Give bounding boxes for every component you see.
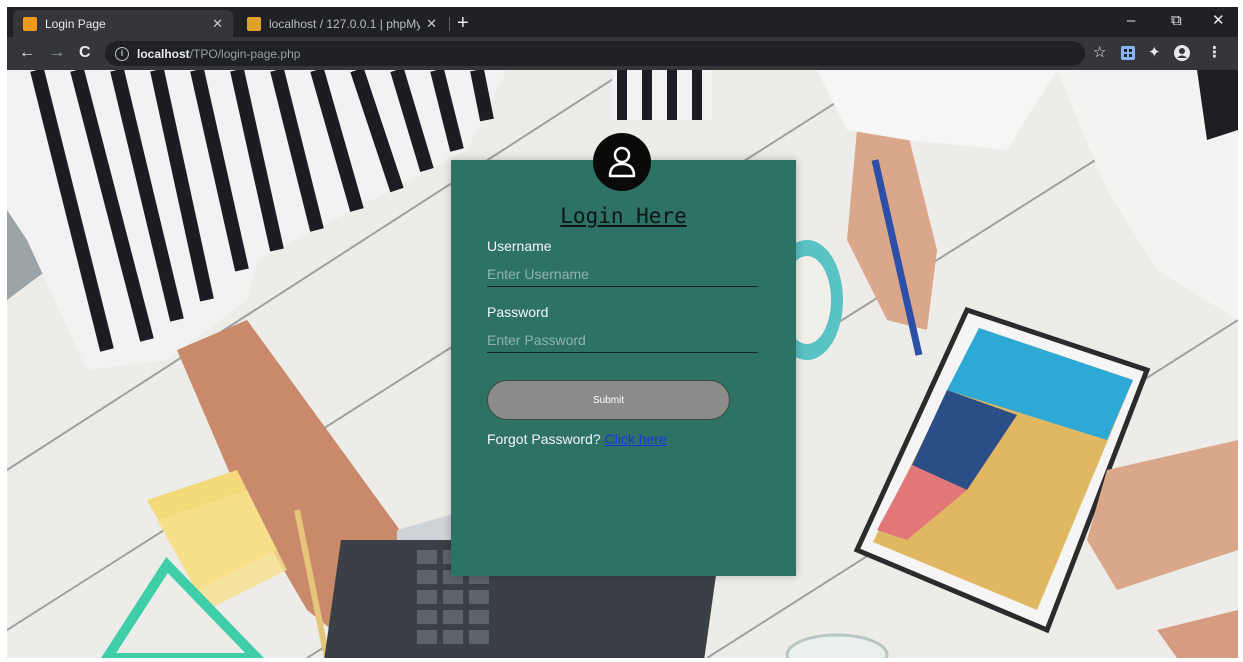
close-window-button[interactable]: ✕ (1212, 11, 1225, 31)
tab-favicon-icon (23, 16, 37, 31)
new-tab-button[interactable]: + (457, 11, 469, 35)
page-viewport: Login Here Username Password Submit Forg… (7, 70, 1238, 658)
user-icon (608, 146, 636, 178)
tab-strip: Login Page ✕ localhost / 127.0.0.1 | php… (7, 7, 1238, 37)
tab-title: Login Page (45, 16, 106, 31)
user-avatar (593, 133, 651, 191)
address-bar[interactable]: i localhost/TPO/login-page.php (105, 41, 1085, 66)
password-input[interactable] (487, 328, 758, 353)
close-icon[interactable]: ✕ (212, 16, 223, 32)
tab-login-page[interactable]: Login Page ✕ (13, 10, 233, 37)
menu-icon[interactable]: ⋮ (1207, 44, 1222, 62)
address-path: /TPO/login-page.php (189, 46, 301, 61)
phpmyadmin-icon (247, 16, 261, 31)
close-icon[interactable]: ✕ (426, 16, 437, 32)
tab-divider (449, 17, 450, 31)
forgot-password-row: Forgot Password? Click here (487, 431, 667, 447)
submit-button[interactable]: Submit (487, 380, 730, 420)
address-host: localhost (137, 46, 190, 61)
minimize-button[interactable]: – (1127, 11, 1135, 31)
maximize-button[interactable]: ⧉ (1171, 11, 1182, 31)
tab-phpmyadmin[interactable]: localhost / 127.0.0.1 | phpMyAd ✕ (237, 10, 447, 37)
forgot-password-text: Forgot Password? (487, 431, 601, 447)
puzzle-icon[interactable]: ✦ (1148, 44, 1161, 62)
star-icon[interactable]: ☆ (1093, 44, 1106, 62)
login-heading: Login Here (560, 204, 687, 228)
tab-title: localhost / 127.0.0.1 | phpMyAd (269, 16, 421, 31)
browser-toolbar: ← → C i localhost/TPO/login-page.php ☆ ✦… (7, 37, 1238, 70)
forgot-password-link[interactable]: Click here (605, 431, 667, 447)
site-info-icon[interactable]: i (115, 46, 129, 61)
forward-button[interactable]: → (49, 43, 65, 63)
extension-icon[interactable] (1121, 46, 1135, 60)
username-input[interactable] (487, 262, 758, 287)
back-button[interactable]: ← (19, 43, 35, 63)
reload-button[interactable]: C (79, 43, 91, 63)
browser-window: Login Page ✕ localhost / 127.0.0.1 | php… (7, 7, 1238, 658)
login-card: Login Here Username Password Submit Forg… (451, 160, 796, 576)
profile-icon[interactable] (1174, 45, 1190, 66)
username-label: Username (487, 238, 552, 254)
password-label: Password (487, 304, 549, 320)
